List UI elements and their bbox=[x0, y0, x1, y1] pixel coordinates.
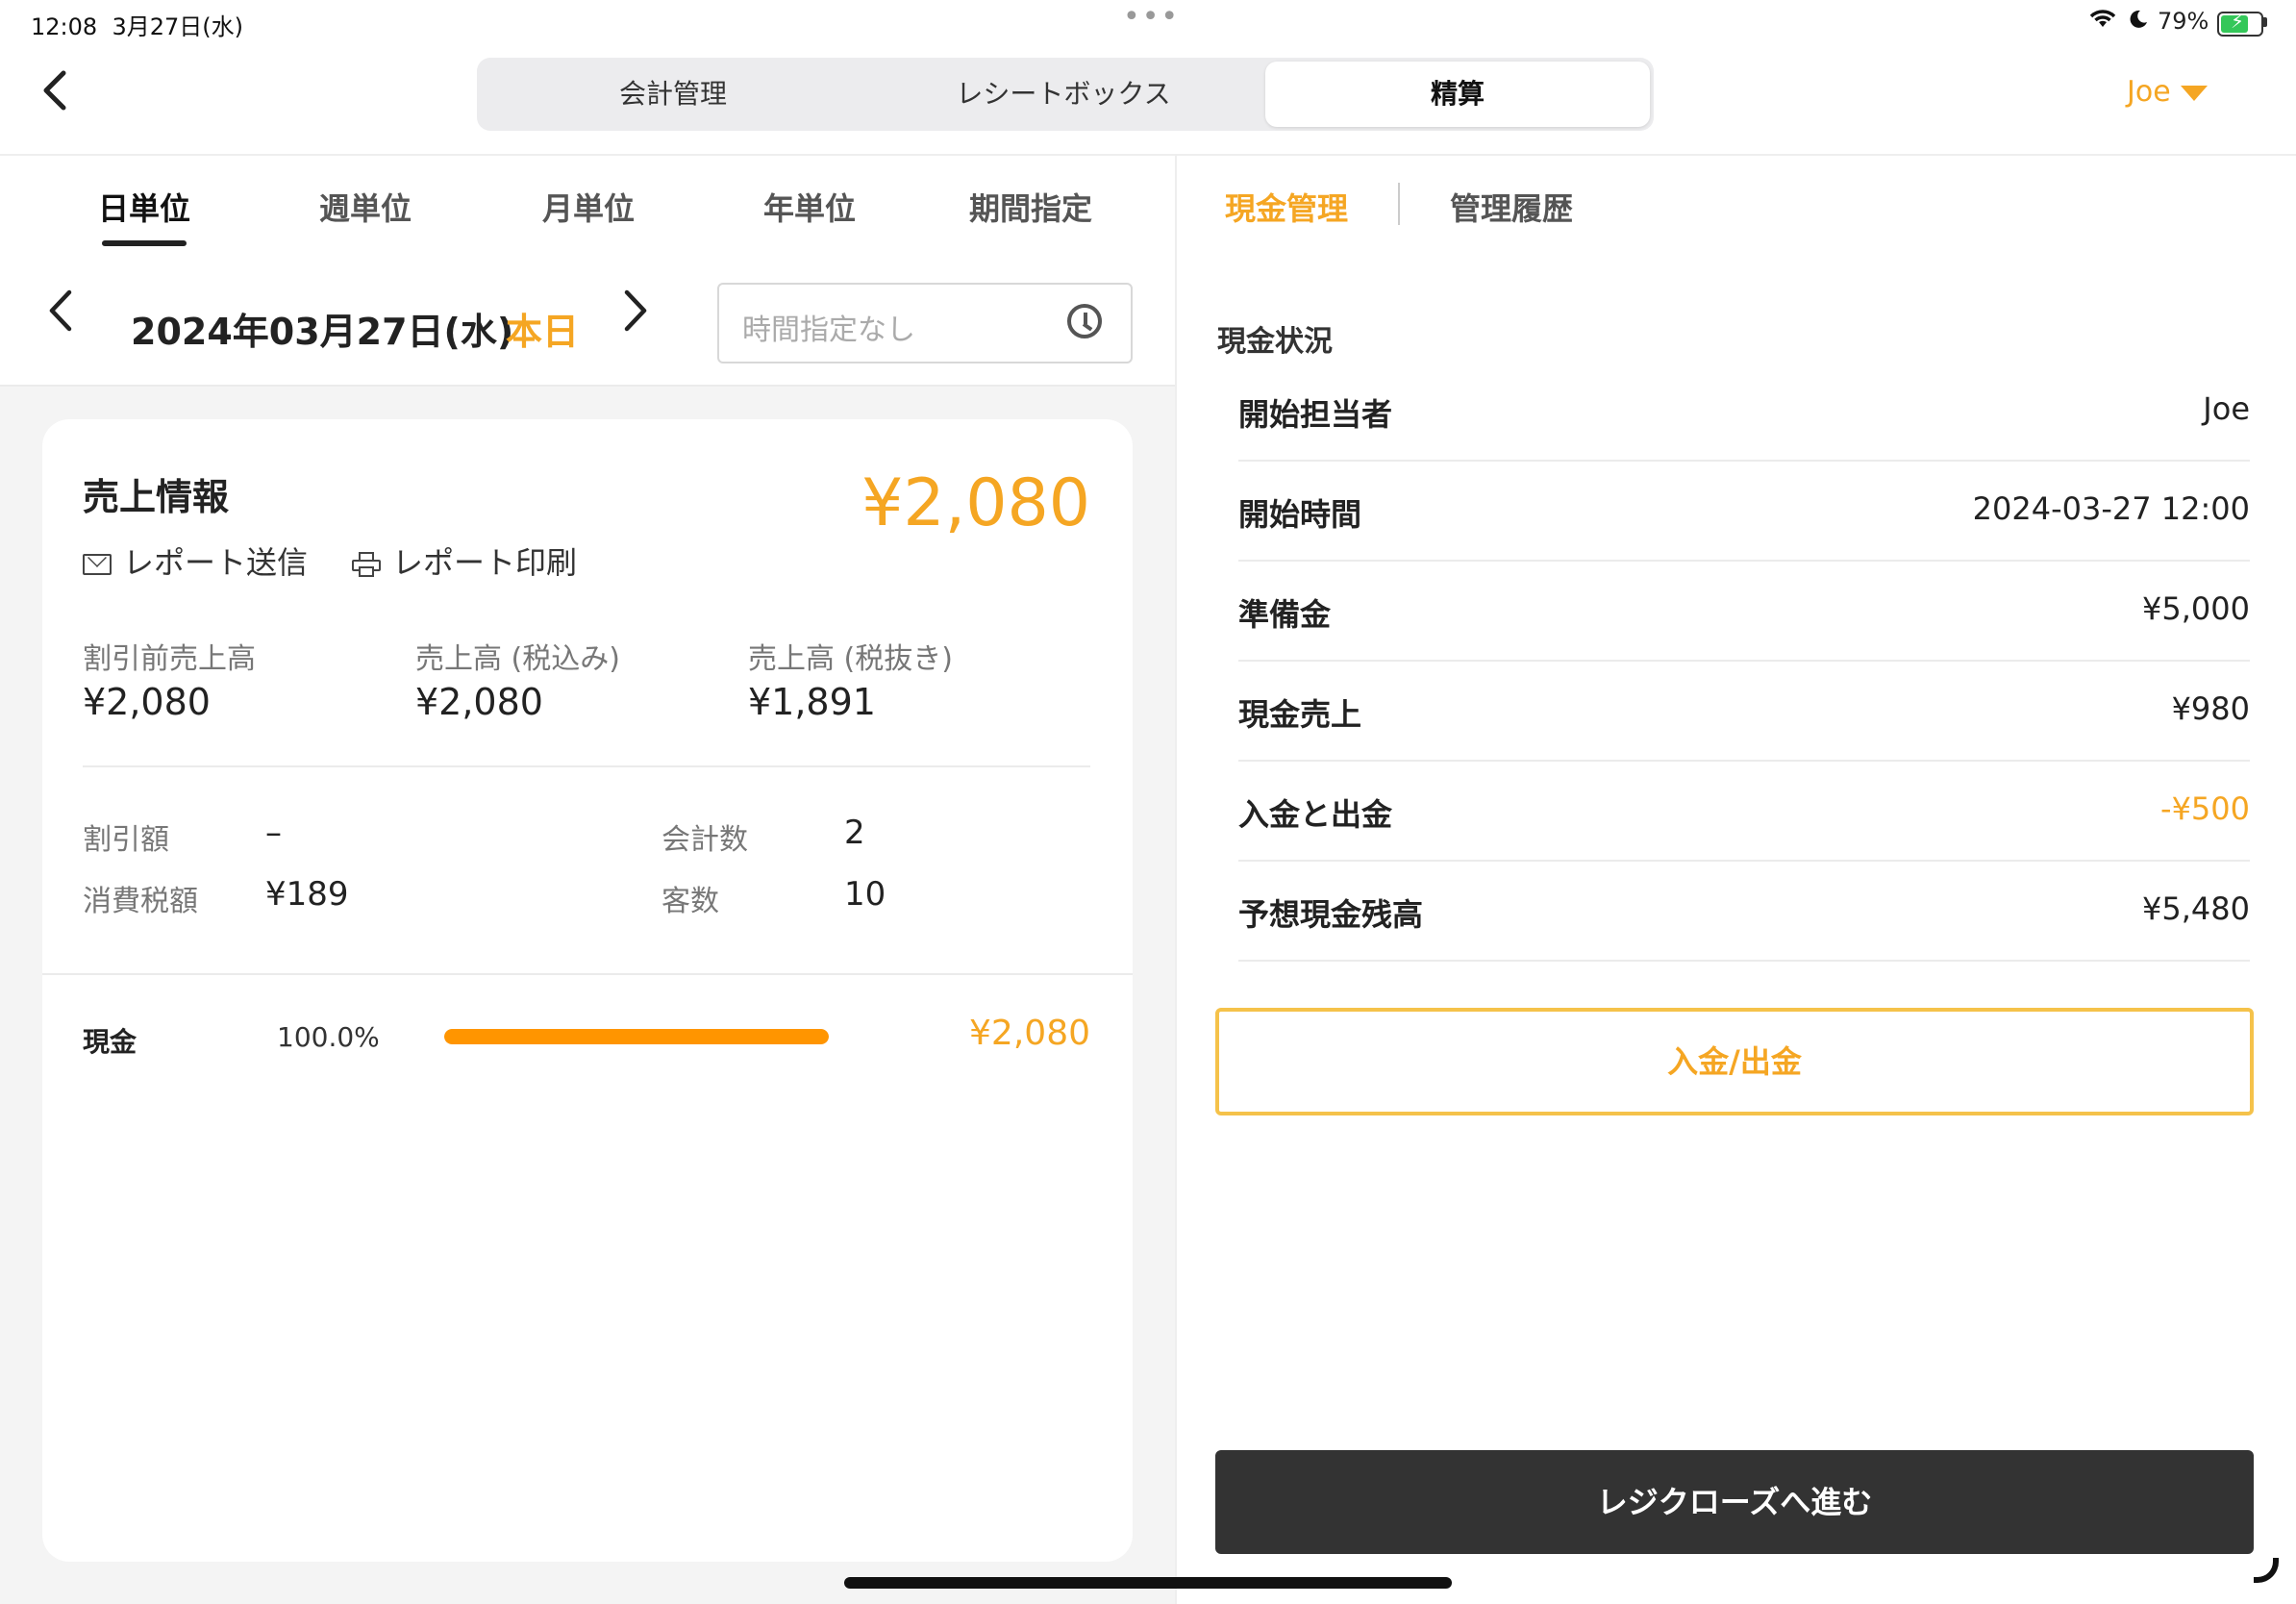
cash-row-label: 準備金 bbox=[1238, 596, 1332, 633]
card-divider bbox=[83, 765, 1090, 767]
cash-row-reserve: 準備金 ¥5,000 bbox=[1238, 560, 2250, 662]
print-report-button[interactable]: レポート印刷 bbox=[352, 539, 577, 583]
cash-status-title: 現金状況 bbox=[1217, 325, 1333, 359]
stat-label-discount: 割引額 bbox=[83, 823, 169, 857]
header-divider bbox=[0, 154, 2296, 156]
print-report-label: レポート印刷 bbox=[392, 544, 578, 581]
battery-percent: 79% bbox=[2158, 8, 2209, 35]
cash-row-label: 開始時間 bbox=[1238, 496, 1362, 533]
user-name: Joe bbox=[2127, 75, 2171, 109]
proceed-register-close-button[interactable]: レジクローズへ進む bbox=[1215, 1450, 2254, 1554]
cash-row-value: 2024-03-27 12:00 bbox=[1972, 490, 2250, 527]
stat-label-tax: 消費税額 bbox=[83, 885, 198, 918]
tab-cash-management[interactable]: 現金管理 bbox=[1225, 185, 1348, 229]
cash-row-value: ¥5,480 bbox=[2142, 890, 2250, 927]
segment-settlement[interactable]: 精算 bbox=[1265, 62, 1650, 127]
active-tab-underline bbox=[102, 240, 187, 246]
stat-label-customers: 客数 bbox=[661, 885, 719, 918]
back-button[interactable] bbox=[38, 67, 81, 119]
send-report-label: レポート送信 bbox=[123, 544, 309, 581]
time-filter-placeholder: 時間指定なし bbox=[742, 313, 915, 347]
time-filter-input[interactable]: 時間指定なし bbox=[717, 283, 1133, 363]
cash-row-start-time: 開始時間 2024-03-27 12:00 bbox=[1238, 460, 2250, 562]
tab-daily[interactable]: 日単位 bbox=[98, 185, 190, 229]
cash-row-value: ¥980 bbox=[2171, 690, 2250, 727]
card-divider bbox=[42, 973, 1133, 975]
wifi-icon bbox=[2088, 8, 2117, 37]
cash-row-value: ¥5,000 bbox=[2142, 590, 2250, 627]
segment-accounting[interactable]: 会計管理 bbox=[481, 62, 865, 127]
moon-icon bbox=[2127, 8, 2150, 37]
metric-label-sales-tax-excl: 売上高 (税抜き) bbox=[748, 642, 953, 676]
cash-row-deposit-withdrawal: 入金と出金 -¥500 bbox=[1238, 760, 2250, 862]
cash-row-cash-sales: 現金売上 ¥980 bbox=[1238, 660, 2250, 762]
caret-down-icon bbox=[2180, 85, 2208, 101]
stat-value-tax: ¥189 bbox=[265, 875, 349, 914]
tab-weekly[interactable]: 週単位 bbox=[319, 185, 412, 229]
metric-value-sales-tax-incl: ¥2,080 bbox=[415, 681, 543, 723]
sales-total: ¥2,080 bbox=[861, 465, 1090, 541]
send-report-button[interactable]: レポート送信 bbox=[83, 539, 308, 583]
payment-method-label: 現金 bbox=[83, 1026, 137, 1058]
battery-cap bbox=[2263, 17, 2267, 27]
payment-percentage: 100.0% bbox=[277, 1021, 380, 1053]
stat-value-discount: – bbox=[265, 814, 282, 852]
stat-value-checkouts: 2 bbox=[844, 814, 865, 852]
next-day-button[interactable] bbox=[621, 288, 650, 341]
tab-yearly[interactable]: 年単位 bbox=[763, 185, 856, 229]
stat-label-checkouts: 会計数 bbox=[661, 823, 748, 857]
clock-icon bbox=[1067, 304, 1102, 338]
tab-monthly[interactable]: 月単位 bbox=[542, 185, 635, 229]
pane-divider bbox=[1175, 156, 1177, 1604]
home-indicator[interactable] bbox=[844, 1577, 1452, 1589]
printer-icon bbox=[352, 552, 381, 577]
stat-value-customers: 10 bbox=[844, 875, 886, 914]
cash-row-label: 予想現金残高 bbox=[1238, 896, 1424, 933]
selected-date: 2024年03月27日(水) bbox=[131, 311, 514, 353]
cash-row-expected-balance: 予想現金残高 ¥5,480 bbox=[1238, 860, 2250, 962]
charging-icon: ⚡ bbox=[2231, 10, 2245, 33]
metric-label-sales-tax-incl: 売上高 (税込み) bbox=[415, 642, 620, 676]
metric-value-gross-sales: ¥2,080 bbox=[83, 681, 211, 723]
tab-separator bbox=[1398, 183, 1400, 225]
segment-receipt-box[interactable]: レシートボックス bbox=[871, 62, 1256, 127]
mail-icon bbox=[83, 554, 112, 575]
today-badge: 本日 bbox=[506, 311, 580, 353]
tab-management-history[interactable]: 管理履歴 bbox=[1450, 185, 1573, 229]
deposit-withdrawal-button[interactable]: 入金/出金 bbox=[1215, 1008, 2254, 1115]
payment-amount: ¥2,080 bbox=[969, 1014, 1090, 1053]
cash-row-label: 入金と出金 bbox=[1238, 796, 1393, 833]
payment-progress-fill bbox=[444, 1029, 829, 1044]
previous-day-button[interactable] bbox=[46, 288, 75, 341]
resize-corner-handle[interactable] bbox=[2254, 1558, 2279, 1583]
cash-row-start-staff: 開始担当者 Joe bbox=[1238, 360, 2250, 462]
cash-row-label: 開始担当者 bbox=[1238, 396, 1393, 433]
multitasking-dots[interactable]: ••• bbox=[1123, 0, 1180, 34]
cash-row-label: 現金売上 bbox=[1238, 696, 1362, 733]
cash-row-value: Joe bbox=[2203, 390, 2250, 427]
tab-custom-period[interactable]: 期間指定 bbox=[969, 185, 1092, 229]
status-time: 12:08 3月27日(水) bbox=[31, 13, 243, 40]
main-segmented-control: 会計管理 レシートボックス 精算 bbox=[477, 58, 1654, 131]
sales-info-card bbox=[42, 419, 1133, 1562]
battery-icon: ⚡ bbox=[2217, 10, 2263, 37]
sales-info-title: 売上情報 bbox=[83, 476, 230, 518]
metric-label-gross-sales: 割引前売上高 bbox=[83, 642, 256, 676]
metric-value-sales-tax-excl: ¥1,891 bbox=[748, 681, 876, 723]
user-menu[interactable]: Joe bbox=[2127, 75, 2208, 109]
payment-progress-track bbox=[444, 1029, 829, 1044]
cash-row-value: -¥500 bbox=[2160, 790, 2250, 827]
